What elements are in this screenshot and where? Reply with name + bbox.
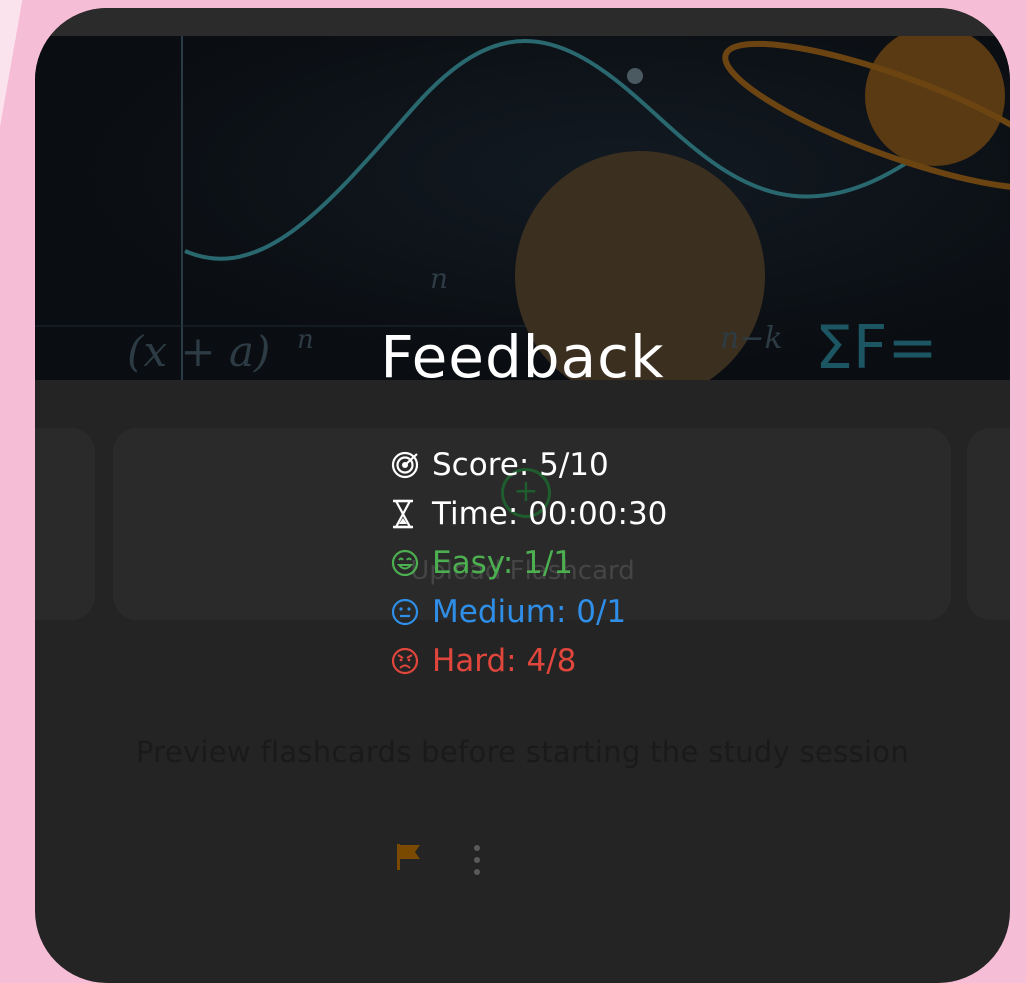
medium-text: Medium: 0/1 [432,593,627,630]
app-window: (x + a) n n n−k ΣF= + Upload Flashcard P… [35,8,1010,983]
easy-text: Easy: 1/1 [432,544,574,581]
angry-face-icon [390,644,432,678]
score-row: Score: 5/10 [390,440,790,489]
target-icon [390,448,432,482]
easy-row: Easy: 1/1 [390,538,790,587]
hourglass-icon [390,497,432,531]
feedback-title: Feedback [380,323,665,391]
score-text: Score: 5/10 [432,446,609,483]
hard-row: Hard: 4/8 [390,636,790,685]
time-row: Time: 00:00:30 [390,489,790,538]
smile-icon [390,546,432,580]
time-text: Time: 00:00:30 [432,495,668,532]
feedback-stats: Score: 5/10 Time: 00:00:30 Easy: 1/1 Med… [390,440,790,685]
background-decoration [0,0,40,969]
medium-row: Medium: 0/1 [390,587,790,636]
hard-text: Hard: 4/8 [432,642,577,679]
neutral-face-icon [390,595,432,629]
